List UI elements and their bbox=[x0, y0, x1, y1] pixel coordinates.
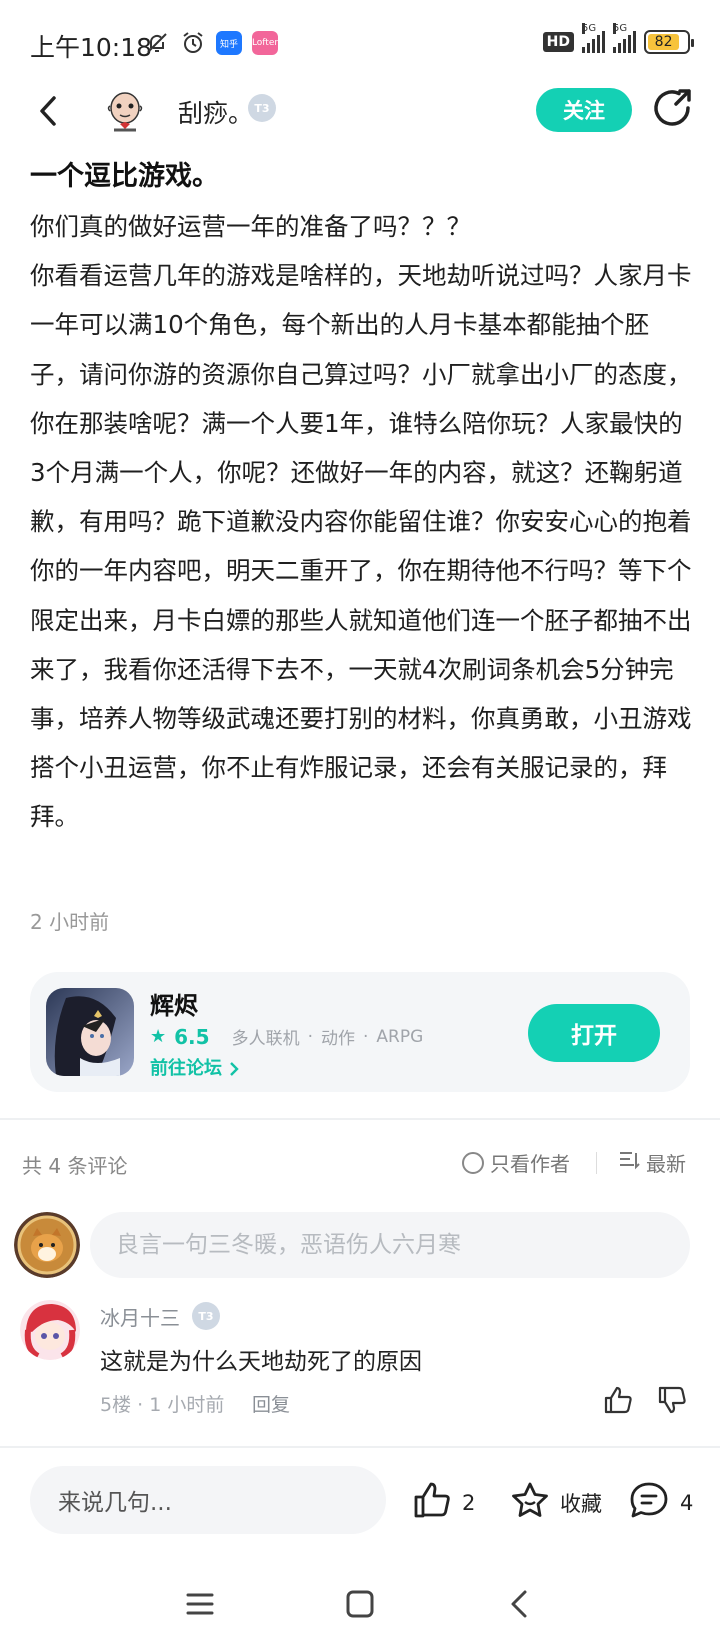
level-badge-icon: T3 bbox=[192, 1302, 220, 1330]
author-name[interactable]: 刮痧。 bbox=[178, 94, 253, 130]
share-icon[interactable] bbox=[650, 86, 694, 130]
like-count: 2 bbox=[462, 1490, 476, 1515]
star-icon: ★ bbox=[150, 1026, 167, 1047]
game-card[interactable]: 辉烬 ★ 6.5 多人联机 · 动作 · ARPG 前往论坛 打开 bbox=[30, 972, 690, 1092]
comment-input[interactable] bbox=[90, 1212, 690, 1278]
open-game-button[interactable]: 打开 bbox=[528, 1004, 660, 1062]
game-tag: 多人联机 bbox=[231, 1029, 300, 1049]
follow-button[interactable]: 关注 bbox=[536, 88, 632, 132]
game-icon bbox=[46, 988, 134, 1076]
home-icon[interactable] bbox=[340, 1584, 380, 1624]
game-name: 辉烬 bbox=[150, 992, 198, 1020]
lofter-app-icon: Lofter bbox=[252, 31, 278, 55]
thumbs-up-icon[interactable] bbox=[602, 1384, 634, 1416]
sort-newest-button[interactable]: 最新 bbox=[618, 1148, 686, 1177]
sort-icon bbox=[618, 1150, 640, 1175]
post-title: 一个逗比游戏。 bbox=[30, 161, 219, 192]
back-button[interactable] bbox=[30, 88, 70, 134]
game-tag: ARPG bbox=[376, 1026, 424, 1047]
post-paragraph: 你们真的做好运营一年的准备了吗？？？ bbox=[30, 212, 471, 241]
reply-button[interactable]: 回复 bbox=[252, 1390, 290, 1417]
hd-icon: HD bbox=[542, 32, 574, 52]
comment-text: 这就是为什么天地劫死了的原因 bbox=[100, 1349, 422, 1375]
battery-icon: 82 bbox=[644, 30, 694, 54]
signal-icon: 5G bbox=[582, 23, 605, 53]
thumbs-up-icon bbox=[412, 1480, 452, 1525]
chevron-right-icon bbox=[228, 1058, 240, 1079]
comments-count: 共 4 条评论 bbox=[22, 1154, 128, 1178]
alarm-icon bbox=[180, 30, 206, 56]
status-time: 上午10:18 bbox=[30, 33, 153, 62]
back-nav-icon[interactable] bbox=[500, 1584, 540, 1624]
radio-icon bbox=[462, 1151, 484, 1174]
star-icon bbox=[510, 1480, 550, 1525]
post-header: 刮痧。 T3 关注 bbox=[0, 80, 720, 144]
status-bar: 上午10:18 知乎 Lofter HD 5G 5G 82 bbox=[0, 0, 720, 90]
like-button[interactable]: 2 bbox=[412, 1480, 475, 1525]
commenter-name[interactable]: 冰月十三 bbox=[100, 1302, 180, 1331]
only-author-toggle[interactable]: 只看作者 bbox=[462, 1148, 570, 1177]
collect-button[interactable]: 收藏 bbox=[510, 1480, 602, 1525]
level-badge-icon: T3 bbox=[248, 94, 276, 122]
game-tag: 动作 bbox=[320, 1029, 355, 1049]
comment-count: 4 bbox=[680, 1490, 694, 1515]
collect-label: 收藏 bbox=[560, 1491, 602, 1516]
divider bbox=[0, 1446, 720, 1448]
mute-bell-icon bbox=[144, 30, 170, 56]
menu-icon[interactable] bbox=[180, 1584, 220, 1624]
comment-bubble-icon bbox=[628, 1480, 670, 1525]
zhihu-app-icon: 知乎 bbox=[216, 31, 242, 55]
divider bbox=[0, 1118, 720, 1120]
post-paragraph: 你看看运营几年的游戏是啥样的，天地劫听说过吗？人家月卡一年可以满10个角色，每个… bbox=[30, 261, 692, 832]
forum-link[interactable]: 前往论坛 bbox=[150, 1054, 240, 1080]
author-avatar[interactable] bbox=[100, 86, 150, 136]
comment-button[interactable]: 4 bbox=[628, 1480, 693, 1525]
signal-icon-2: 5G bbox=[613, 23, 636, 53]
commenter-avatar[interactable] bbox=[20, 1300, 80, 1360]
comment-meta: 5楼 · 1 小时前 bbox=[100, 1394, 225, 1416]
post-body: 你们真的做好运营一年的准备了吗？？？ 你看看运营几年的游戏是啥样的，天地劫听说过… bbox=[30, 202, 692, 842]
game-score: 6.5 bbox=[174, 1024, 210, 1049]
divider bbox=[596, 1152, 597, 1174]
thumbs-down-icon[interactable] bbox=[656, 1384, 688, 1416]
system-nav-bar bbox=[0, 1570, 720, 1640]
my-avatar bbox=[14, 1212, 80, 1278]
post-time: 2 小时前 bbox=[30, 910, 110, 934]
bottom-comment-input[interactable]: 来说几句... bbox=[30, 1466, 386, 1534]
